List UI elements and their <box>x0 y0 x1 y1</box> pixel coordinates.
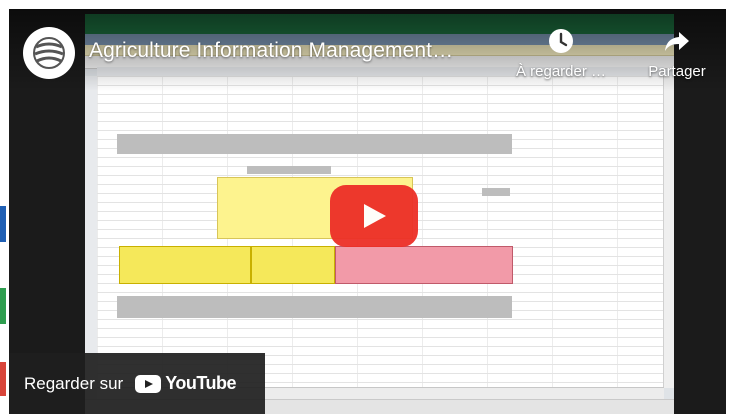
yellow-cell <box>251 246 335 284</box>
grey-block <box>117 296 512 318</box>
watch-on-label: Regarder sur <box>24 373 124 393</box>
channel-logo[interactable] <box>23 27 75 79</box>
watch-later-button[interactable]: À regarder … <box>501 27 621 80</box>
wto-globe-logo-icon <box>33 37 65 69</box>
video-title[interactable]: Agriculture Information Management… <box>89 39 453 63</box>
yellow-cell <box>119 246 251 284</box>
clock-icon <box>549 29 573 53</box>
play-icon <box>364 204 386 228</box>
share-button[interactable]: Partager <box>629 27 725 80</box>
watch-later-label: À regarder … <box>515 63 607 80</box>
share-arrow-icon <box>665 32 689 51</box>
side-accent-green <box>0 288 6 324</box>
excel-scrollbar <box>663 76 674 388</box>
grey-block <box>117 134 512 154</box>
side-accent-red <box>0 362 6 396</box>
youtube-logo: YouTube <box>135 373 237 394</box>
pink-cell <box>335 246 513 284</box>
play-button[interactable] <box>330 185 418 247</box>
youtube-logo-icon <box>135 374 162 393</box>
share-label: Partager <box>648 63 706 80</box>
watch-on-youtube-button[interactable]: Regarder sur YouTube <box>9 353 265 414</box>
grey-input <box>482 188 510 196</box>
video-player[interactable]: Agriculture Information Management… À re… <box>9 9 726 414</box>
youtube-wordmark: YouTube <box>165 373 237 393</box>
side-accent-blue <box>0 206 6 242</box>
grey-input <box>247 166 331 174</box>
